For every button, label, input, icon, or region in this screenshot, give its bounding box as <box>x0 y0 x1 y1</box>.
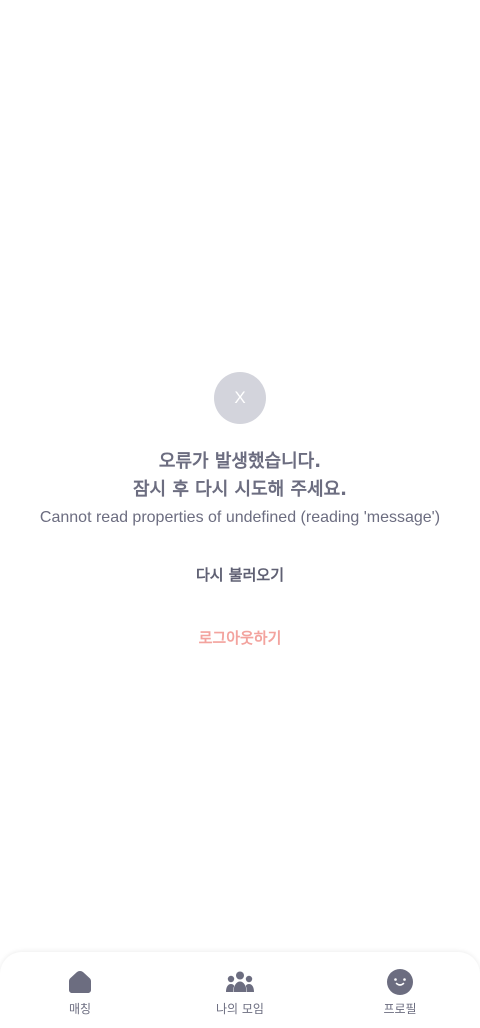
smiley-face-icon <box>385 968 415 996</box>
app-screen: X 오류가 발생했습니다. 잠시 후 다시 시도해 주세요. Cannot re… <box>0 0 480 1028</box>
error-icon-text: X <box>234 388 246 407</box>
logout-button[interactable]: 로그아웃하기 <box>191 623 290 652</box>
reload-button[interactable]: 다시 불러오기 <box>188 560 292 589</box>
nav-item-my-meetings[interactable]: 나의 모임 <box>180 968 300 1017</box>
error-title-line-1: 오류가 발생했습니다. <box>158 451 322 472</box>
nav-label-profile: 프로필 <box>383 1002 417 1016</box>
nav-item-matching[interactable]: 매칭 <box>20 968 140 1017</box>
bottom-nav: 매칭 나의 모임 프로필 <box>0 952 480 1028</box>
error-x-icon: X <box>214 372 266 424</box>
nav-label-matching: 매칭 <box>68 1002 92 1016</box>
home-icon <box>65 968 95 996</box>
nav-label-my-meetings: 나의 모임 <box>216 1002 264 1016</box>
error-message: Cannot read properties of undefined (rea… <box>39 509 441 526</box>
error-title-line-2: 잠시 후 다시 시도해 주세요. <box>132 479 348 500</box>
error-title: 오류가 발생했습니다. 잠시 후 다시 시도해 주세요. <box>133 448 347 504</box>
group-icon <box>225 968 255 996</box>
error-panel: X 오류가 발생했습니다. 잠시 후 다시 시도해 주세요. Cannot re… <box>0 372 480 652</box>
nav-item-profile[interactable]: 프로필 <box>340 968 460 1017</box>
